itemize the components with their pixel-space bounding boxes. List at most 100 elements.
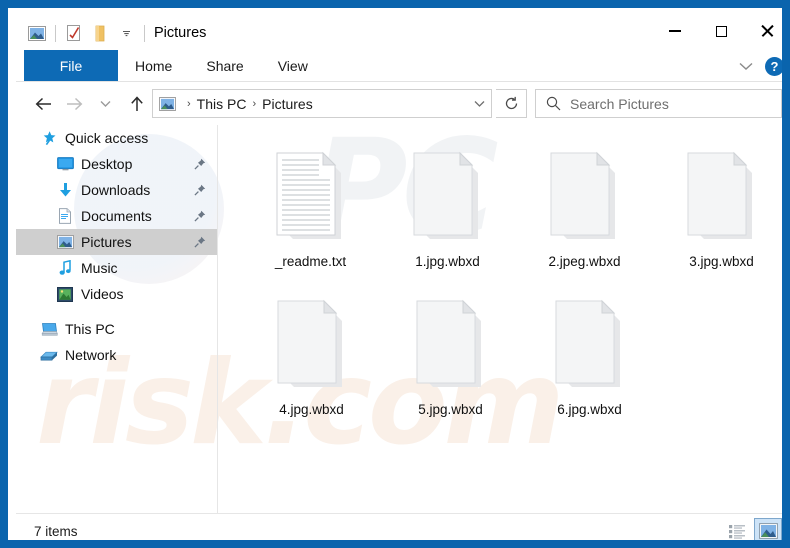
search-box[interactable]: [535, 89, 782, 118]
pin-icon[interactable]: [194, 158, 206, 170]
blank-file-icon: [276, 289, 348, 401]
network-icon: [40, 347, 58, 364]
window-title: Pictures: [154, 25, 207, 41]
sidebar-item-label: Music: [81, 260, 118, 276]
breadcrumb-item-this-pc[interactable]: This PC: [197, 96, 247, 112]
file-name-label: 5.jpg.wbxd: [418, 402, 483, 417]
tab-view[interactable]: View: [261, 50, 325, 82]
sidebar-divider: [217, 125, 218, 513]
sidebar-item-label: Pictures: [81, 234, 132, 250]
back-button[interactable]: [28, 88, 59, 120]
tab-home[interactable]: Home: [118, 50, 189, 82]
sidebar-item-label: This PC: [65, 321, 115, 337]
pin-icon[interactable]: [194, 236, 206, 248]
sidebar-item-documents[interactable]: Documents: [16, 203, 217, 229]
pictures-icon: [159, 96, 176, 111]
forward-button[interactable]: [59, 88, 90, 120]
documents-icon: [56, 208, 74, 225]
help-button[interactable]: ?: [765, 56, 782, 76]
breadcrumb-chevron-down-icon[interactable]: [467, 90, 491, 117]
file-item[interactable]: 1.jpg.wbxd: [379, 141, 516, 289]
minimize-button[interactable]: [652, 16, 698, 46]
item-count-label: 7 items: [34, 524, 78, 539]
tab-share[interactable]: Share: [189, 50, 260, 82]
videos-icon: [56, 286, 74, 303]
breadcrumb-separator-1: ›: [187, 97, 191, 110]
arrow-right-icon: [67, 97, 83, 110]
blank-file-icon: [686, 141, 758, 253]
search-icon: [546, 96, 561, 111]
refresh-icon: [505, 96, 517, 110]
file-row: 4.jpg.wbxd 5.jpg.wbxd 6.jpg.wbxd: [242, 289, 782, 437]
file-explorer-window: PC risk.com Pictures File Home Share Vie…: [0, 0, 790, 548]
pin-icon[interactable]: [194, 184, 206, 196]
sidebar-item-label: Network: [65, 347, 117, 363]
title-separator: [144, 24, 145, 42]
text-file-icon: [275, 141, 347, 253]
pin-icon[interactable]: [194, 210, 206, 222]
file-name-label: 3.jpg.wbxd: [689, 254, 754, 269]
chevron-down-icon: [100, 100, 111, 107]
status-bar: 7 items: [16, 513, 782, 540]
sidebar-item-desktop[interactable]: Desktop: [16, 151, 217, 177]
pictures-folder-icon[interactable]: [24, 20, 50, 46]
ribbon-tabs: File Home Share View: [24, 50, 325, 82]
large-icons-view-icon: [758, 523, 778, 539]
maximize-icon: [715, 25, 727, 37]
pictures-icon: [56, 234, 74, 251]
file-name-label: _readme.txt: [274, 254, 347, 269]
file-item[interactable]: 2.jpeg.wbxd: [516, 141, 653, 289]
breadcrumb-item-pictures[interactable]: Pictures: [262, 96, 313, 112]
close-button[interactable]: [744, 16, 782, 46]
arrow-up-icon: [130, 95, 143, 111]
sidebar-item-label: Quick access: [65, 130, 149, 146]
navigation-buttons: [28, 82, 152, 125]
music-note-icon: [56, 260, 74, 277]
sidebar-item-pictures[interactable]: Pictures: [16, 229, 217, 255]
window-body: PC risk.com Pictures File Home Share Vie…: [16, 16, 782, 540]
main-content-area: Quick access Desktop Downloads Documents…: [16, 125, 782, 513]
view-mode-buttons: [723, 518, 782, 540]
customize-qat-chevron-down-icon[interactable]: [113, 20, 139, 46]
minimize-icon: [669, 30, 681, 32]
file-item[interactable]: 6.jpg.wbxd: [520, 289, 659, 437]
sidebar-item-label: Documents: [81, 208, 152, 224]
recent-locations-button[interactable]: [90, 88, 121, 120]
ribbon-right-controls: ?: [735, 50, 782, 82]
sidebar-item-quick-access[interactable]: Quick access: [16, 125, 217, 151]
download-icon: [56, 182, 74, 199]
properties-checkmark-icon[interactable]: [61, 20, 87, 46]
maximize-button[interactable]: [698, 16, 744, 46]
ribbon-tab-bar: File Home Share View ?: [16, 50, 782, 82]
file-item[interactable]: 4.jpg.wbxd: [242, 289, 381, 437]
details-view-button[interactable]: [723, 518, 751, 540]
blank-file-icon: [415, 289, 487, 401]
file-item[interactable]: 5.jpg.wbxd: [381, 289, 520, 437]
ribbon-collapse-chevron-down-icon[interactable]: [735, 55, 757, 77]
file-item[interactable]: 3.jpg.wbxd: [653, 141, 782, 289]
file-name-label: 4.jpg.wbxd: [279, 402, 344, 417]
navigation-sidebar: Quick access Desktop Downloads Documents…: [16, 125, 217, 513]
file-list-view[interactable]: _readme.txt 1.jpg.wbxd 2.jpeg.wbxd 3.jpg…: [218, 125, 782, 513]
address-bar[interactable]: › This PC › Pictures: [152, 89, 492, 118]
search-input[interactable]: [570, 95, 760, 112]
sidebar-item-label: Downloads: [81, 182, 151, 198]
quick-access-toolbar: [24, 16, 150, 50]
large-icons-view-button[interactable]: [754, 518, 782, 540]
sidebar-item-videos[interactable]: Videos: [16, 281, 217, 307]
up-button[interactable]: [121, 88, 152, 120]
file-item[interactable]: _readme.txt: [242, 141, 379, 289]
window-controls: [652, 16, 782, 46]
sidebar-item-network[interactable]: Network: [16, 342, 217, 368]
blank-file-icon: [412, 141, 484, 253]
arrow-left-icon: [35, 97, 51, 110]
sidebar-item-label: Desktop: [81, 156, 133, 172]
sidebar-item-downloads[interactable]: Downloads: [16, 177, 217, 203]
new-folder-icon[interactable]: [87, 20, 113, 46]
tab-file[interactable]: File: [24, 50, 118, 82]
refresh-button[interactable]: [496, 89, 527, 118]
sidebar-item-music[interactable]: Music: [16, 255, 217, 281]
file-name-label: 1.jpg.wbxd: [415, 254, 480, 269]
file-name-label: 6.jpg.wbxd: [557, 402, 622, 417]
sidebar-item-this-pc[interactable]: This PC: [16, 316, 217, 342]
